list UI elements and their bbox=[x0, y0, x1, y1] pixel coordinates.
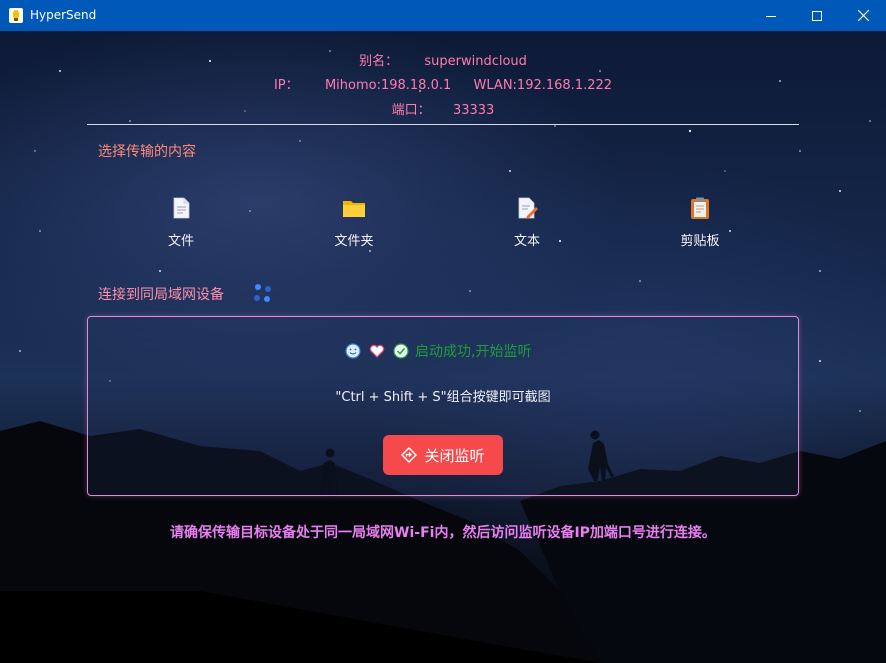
alias-row: 别名： superwindcloud bbox=[0, 50, 886, 69]
check-circle-icon bbox=[393, 343, 409, 359]
window-title: HyperSend bbox=[30, 8, 97, 22]
port-label: 端口： bbox=[391, 103, 431, 118]
file-icon bbox=[173, 197, 190, 219]
header-divider bbox=[87, 124, 799, 125]
ip-mihomo: Mihomo:198.18.0.1 bbox=[324, 78, 452, 93]
ip-label: IP： bbox=[273, 78, 299, 93]
option-clipboard[interactable]: 剪贴板 bbox=[660, 196, 740, 256]
maximize-icon bbox=[812, 10, 822, 21]
title-bar: HyperSend bbox=[0, 0, 886, 31]
ip-wlan: WLAN:192.168.1.222 bbox=[473, 78, 613, 93]
ip-row: IP： Mihomo:198.18.0.1 WLAN:192.168.1.222 bbox=[0, 74, 886, 93]
maximize-button[interactable] bbox=[794, 0, 840, 31]
listen-status-row: 启动成功,开始监听 bbox=[345, 342, 531, 360]
minimize-icon bbox=[766, 15, 776, 17]
port-value: 33333 bbox=[452, 103, 495, 118]
heart-icon bbox=[369, 344, 385, 358]
option-folder-label: 文件夹 bbox=[334, 234, 374, 249]
alias-value: superwindcloud bbox=[424, 54, 527, 69]
smile-icon bbox=[345, 343, 361, 359]
lan-connect-title: 连接到同局域网设备 bbox=[98, 287, 224, 303]
text-edit-icon bbox=[518, 197, 538, 219]
app-icon bbox=[9, 8, 23, 23]
port-row: 端口： 33333 bbox=[0, 99, 886, 118]
option-text-label: 文本 bbox=[513, 234, 540, 249]
stop-listening-button[interactable]: 关闭监听 bbox=[383, 435, 503, 475]
folder-icon bbox=[343, 201, 365, 217]
diamond-arrow-icon bbox=[401, 447, 418, 463]
clipboard-icon bbox=[691, 197, 709, 219]
select-content-title: 选择传输的内容 bbox=[98, 144, 196, 160]
option-file-label: 文件 bbox=[167, 234, 194, 249]
loading-dots-icon bbox=[254, 284, 271, 302]
screenshot-hotkey-hint: "Ctrl + Shift + S"组合按键即可截图 bbox=[335, 390, 551, 405]
listen-status-text: 启动成功,开始监听 bbox=[415, 344, 532, 360]
lan-instruction-note: 请确保传输目标设备处于同一局域网Wi-Fi内，然后访问监听设备IP加端口号进行连… bbox=[170, 525, 716, 541]
close-icon bbox=[857, 10, 869, 21]
option-folder[interactable]: 文件夹 bbox=[314, 196, 394, 256]
alias-label: 别名： bbox=[359, 54, 399, 69]
option-text[interactable]: 文本 bbox=[487, 196, 567, 256]
option-file[interactable]: 文件 bbox=[141, 196, 221, 256]
close-button[interactable] bbox=[840, 0, 886, 31]
minimize-button[interactable] bbox=[748, 0, 794, 31]
option-clipboard-label: 剪贴板 bbox=[680, 234, 720, 249]
stop-listening-label: 关闭监听 bbox=[424, 446, 485, 465]
